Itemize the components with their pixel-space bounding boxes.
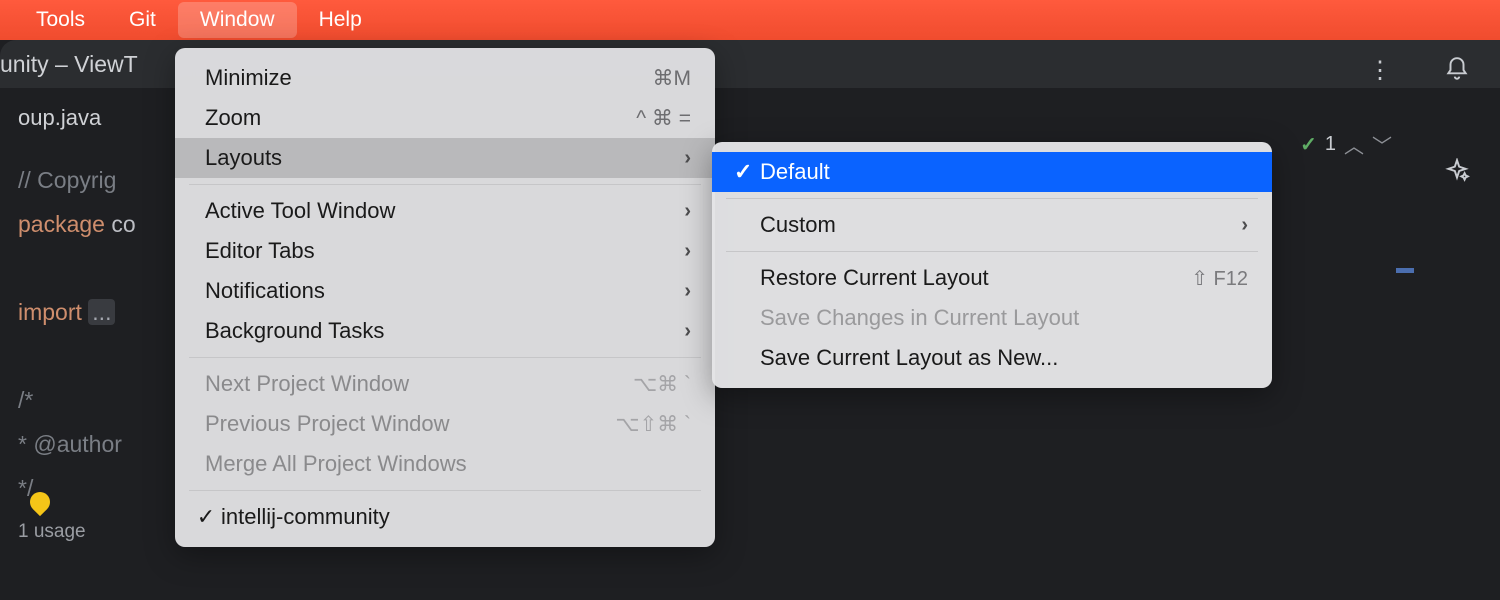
layout-item-default[interactable]: ✓Default xyxy=(712,152,1272,192)
editor-tab[interactable]: oup.java xyxy=(0,105,119,131)
menu-item-previous-project-window: Previous Project Window ⌥⇧⌘ ` xyxy=(175,404,715,444)
menu-separator xyxy=(189,490,701,491)
window-title-text: unity – ViewT xyxy=(0,51,138,78)
code-keyword: import xyxy=(18,299,82,325)
scrollbar-marker[interactable] xyxy=(1396,268,1414,273)
shortcut-text: ⌥⇧⌘ ` xyxy=(615,412,691,437)
code-comment: /* xyxy=(18,387,33,413)
shortcut-text: ⇧ F12 xyxy=(1191,266,1248,291)
menu-git[interactable]: Git xyxy=(107,2,178,38)
shortcut-text: ⌥⌘ ` xyxy=(633,372,691,397)
chevron-right-icon: › xyxy=(684,200,691,223)
check-icon: ✓ xyxy=(734,159,760,185)
menu-item-editor-tabs[interactable]: Editor Tabs › xyxy=(175,231,715,271)
layout-item-restore[interactable]: Restore Current Layout ⇧ F12 xyxy=(712,258,1272,298)
layout-item-save-as-new[interactable]: Save Current Layout as New... xyxy=(712,338,1272,378)
layout-item-save-changes: Save Changes in Current Layout xyxy=(712,298,1272,338)
inspection-widget[interactable]: ✓ 1 ︿ ﹀ xyxy=(1300,130,1392,159)
sparkle-icon[interactable] xyxy=(1444,158,1470,191)
menu-item-merge-windows: Merge All Project Windows xyxy=(175,444,715,484)
layouts-submenu: ✓Default Custom › Restore Current Layout… xyxy=(712,142,1272,388)
chevron-right-icon: › xyxy=(684,280,691,303)
code-text: co xyxy=(105,211,136,237)
code-keyword: package xyxy=(18,211,105,237)
code-comment: // Copyrig xyxy=(18,167,116,193)
menu-separator xyxy=(726,198,1258,199)
menu-separator xyxy=(189,357,701,358)
inspection-count: 1 xyxy=(1325,133,1336,156)
menu-item-active-tool-window[interactable]: Active Tool Window › xyxy=(175,191,715,231)
chevron-down-icon[interactable]: ﹀ xyxy=(1372,130,1392,159)
shortcut-text: ^ ⌘ = xyxy=(636,106,691,131)
kebab-icon[interactable]: ⋮ xyxy=(1368,56,1392,85)
menu-help[interactable]: Help xyxy=(297,2,384,38)
menu-item-layouts[interactable]: Layouts › xyxy=(175,138,715,178)
menubar: Tools Git Window Help xyxy=(0,0,1500,40)
check-icon: ✓ xyxy=(1300,132,1317,157)
menu-item-next-project-window: Next Project Window ⌥⌘ ` xyxy=(175,364,715,404)
menu-separator xyxy=(189,184,701,185)
menu-window[interactable]: Window xyxy=(178,2,297,38)
chevron-right-icon: › xyxy=(1241,214,1248,237)
shortcut-text: ⌘M xyxy=(653,66,692,91)
code-comment: * @author xyxy=(18,431,122,457)
fold-marker[interactable]: ... xyxy=(88,299,115,325)
chevron-right-icon: › xyxy=(684,320,691,343)
chevron-right-icon: › xyxy=(684,147,691,170)
menu-item-project-window[interactable]: ✓intellij-community xyxy=(175,497,715,537)
menu-item-notifications[interactable]: Notifications › xyxy=(175,271,715,311)
bell-icon[interactable] xyxy=(1444,56,1470,89)
check-icon: ✓ xyxy=(195,504,217,530)
menu-tools[interactable]: Tools xyxy=(14,2,107,38)
menu-separator xyxy=(726,251,1258,252)
menu-item-zoom[interactable]: Zoom ^ ⌘ = xyxy=(175,98,715,138)
menu-item-background-tasks[interactable]: Background Tasks › xyxy=(175,311,715,351)
layout-item-custom[interactable]: Custom › xyxy=(712,205,1272,245)
window-menu-dropdown: Minimize ⌘M Zoom ^ ⌘ = Layouts › Active … xyxy=(175,48,715,547)
chevron-right-icon: › xyxy=(684,240,691,263)
menu-item-minimize[interactable]: Minimize ⌘M xyxy=(175,58,715,98)
chevron-up-icon[interactable]: ︿ xyxy=(1344,130,1364,159)
